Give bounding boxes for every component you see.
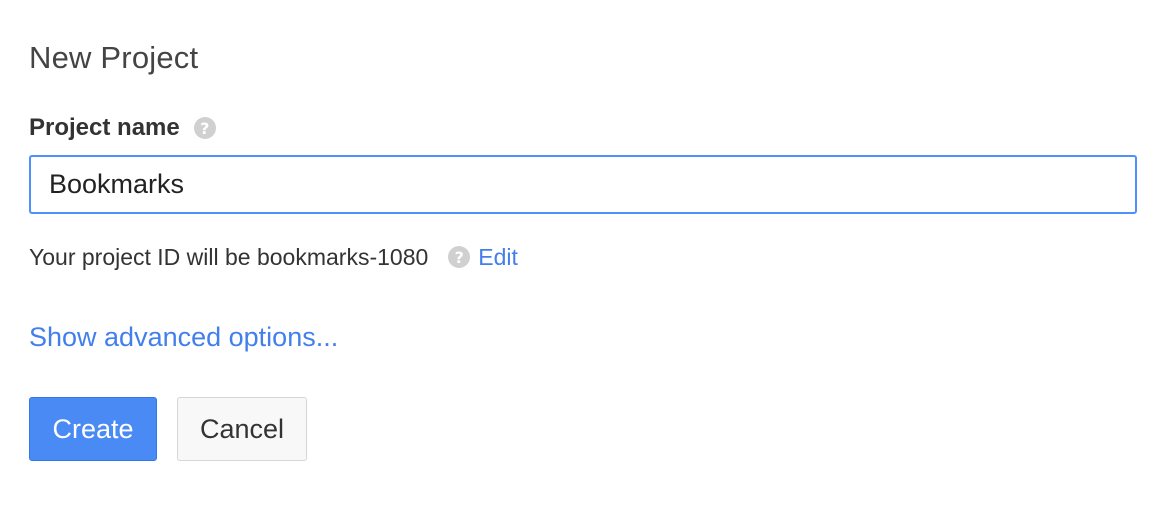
create-button[interactable]: Create [29, 397, 157, 461]
project-name-input[interactable] [29, 155, 1137, 214]
cancel-button[interactable]: Cancel [177, 397, 307, 461]
question-mark-icon[interactable]: ? [193, 117, 216, 139]
project-name-label: Project name [29, 114, 180, 141]
new-project-dialog: New Project Project name ? Your project … [0, 0, 1161, 505]
project-name-label-row: Project name ? [29, 113, 216, 143]
question-mark-icon[interactable]: ? [448, 246, 471, 268]
dialog-title: New Project [29, 40, 199, 75]
action-buttons: Create Cancel [29, 397, 307, 461]
project-id-text: Your project ID will be bookmarks-1080 [29, 243, 429, 270]
project-id-row: Your project ID will be bookmarks-1080 ?… [29, 240, 518, 274]
edit-project-id-link[interactable]: Edit [478, 244, 518, 271]
show-advanced-options-link[interactable]: Show advanced options... [29, 322, 338, 353]
